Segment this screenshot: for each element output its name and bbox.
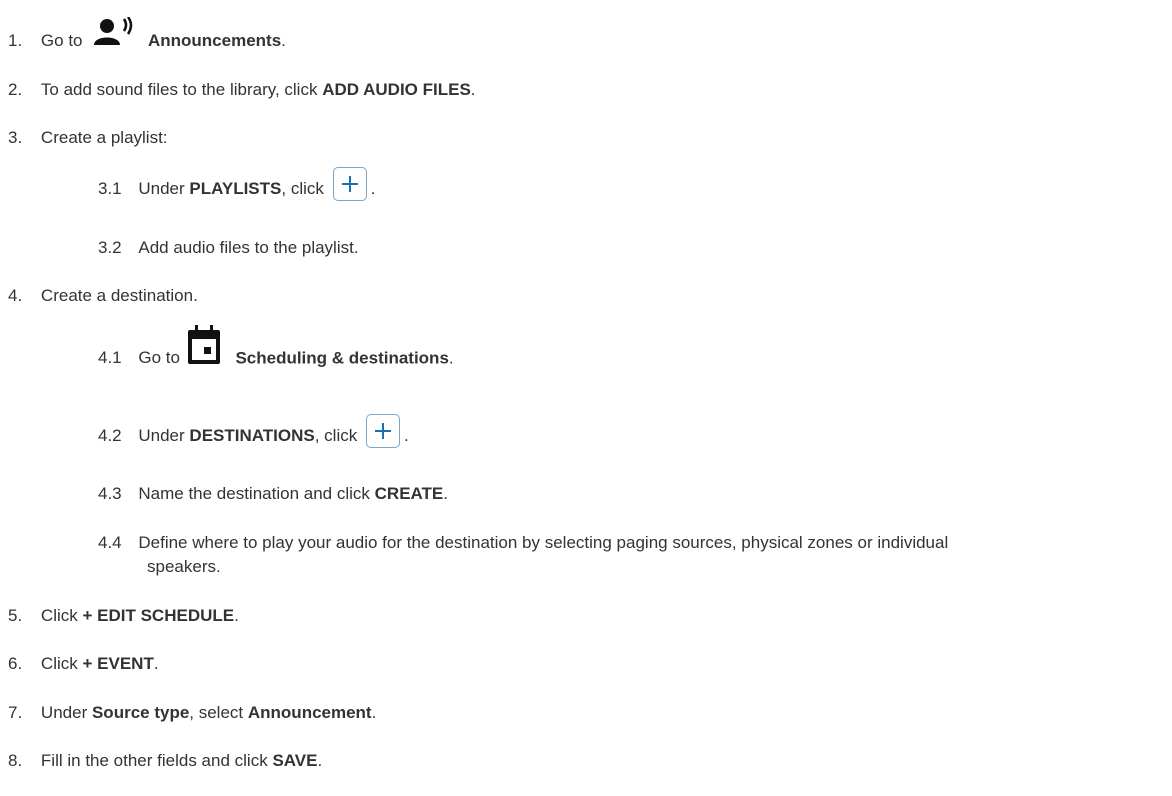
- step-bold: SAVE: [272, 751, 318, 770]
- step-4: 4. Create a destination.: [8, 285, 198, 307]
- step-bold: CREATE: [374, 484, 444, 503]
- step-bold: + EVENT: [82, 654, 154, 673]
- step-3-1: 3.1 Under PLAYLISTS, click .: [98, 166, 376, 201]
- step-text: To add sound files to the library, click: [40, 80, 318, 99]
- step-4-2: 4.2 Under DESTINATIONS, click .: [98, 413, 409, 448]
- step-bold: DESTINATIONS: [189, 426, 315, 445]
- step-suffix: .: [317, 751, 323, 770]
- step-number: 4.4: [98, 533, 122, 552]
- step-text: Under: [138, 179, 185, 198]
- step-7: 7. Under Source type, select Announcemen…: [8, 702, 376, 724]
- step-mid: , select: [189, 703, 244, 722]
- step-text: speakers.: [147, 557, 221, 576]
- step-number: 8.: [8, 751, 23, 770]
- step-text: Go to: [138, 348, 180, 368]
- step-bold: Source type: [91, 703, 190, 722]
- step-number: 1.: [8, 31, 23, 50]
- step-text: Under: [138, 426, 185, 445]
- step-suffix: .: [448, 348, 454, 368]
- step-text: Define where to play your audio for the …: [138, 533, 949, 552]
- step-text: Click: [40, 606, 78, 625]
- step-suffix: .: [153, 654, 159, 673]
- step-number: 4.: [8, 286, 23, 305]
- step-mid: , click: [314, 426, 358, 445]
- step-8: 8. Fill in the other fields and click SA…: [8, 750, 322, 772]
- step-4-1: 4.1 Go to Scheduling & destinations.: [98, 325, 454, 371]
- step-text: Add audio files to the playlist.: [138, 238, 359, 257]
- step-text: Go to: [40, 31, 83, 50]
- step-suffix: .: [370, 179, 376, 198]
- step-mid: , click: [281, 179, 324, 198]
- step-3-2: 3.2 Add audio files to the playlist.: [98, 237, 359, 259]
- step-suffix: .: [281, 31, 286, 50]
- step-number: 3.: [8, 128, 23, 147]
- step-1: 1. Go to Announcements.: [8, 15, 286, 53]
- step-suffix: .: [403, 426, 409, 445]
- step-bold: Scheduling & destinations: [235, 348, 449, 368]
- step-bold: ADD AUDIO FILES: [322, 80, 471, 99]
- step-number: 3.2: [98, 238, 122, 257]
- step-2: 2. To add sound files to the library, cl…: [8, 79, 476, 101]
- add-destination-button: [365, 413, 400, 448]
- step-6: 6. Click + EVENT.: [8, 653, 159, 675]
- step-text: Fill in the other fields and click: [40, 751, 268, 770]
- step-number: 6.: [8, 654, 23, 673]
- step-number: 7.: [8, 703, 23, 722]
- step-text: Click: [40, 654, 78, 673]
- step-text: Create a playlist:: [40, 128, 168, 147]
- step-suffix: .: [234, 606, 239, 625]
- step-text: Name the destination and click: [138, 484, 370, 503]
- step-number: 3.1: [98, 179, 122, 198]
- step-number: 4.1: [98, 348, 122, 368]
- step-number: 4.2: [98, 426, 122, 445]
- announcements-icon: [93, 15, 135, 53]
- add-playlist-button: [332, 166, 367, 201]
- step-suffix: .: [371, 703, 377, 722]
- step-suffix: .: [443, 484, 449, 503]
- step-text: Under: [40, 703, 88, 722]
- step-number: 2.: [8, 80, 23, 99]
- step-4-4: 4.4 Define where to play your audio for …: [98, 532, 948, 554]
- step-4-4-continued: speakers.: [147, 556, 221, 578]
- step-5: 5. Click + EDIT SCHEDULE.: [8, 605, 239, 627]
- step-bold: PLAYLISTS: [189, 179, 282, 198]
- step-suffix: .: [470, 80, 476, 99]
- step-bold: + EDIT SCHEDULE: [82, 606, 235, 625]
- step-number: 4.3: [98, 484, 122, 503]
- step-text: Create a destination.: [40, 286, 198, 305]
- calendar-icon: [187, 325, 221, 371]
- step-3: 3. Create a playlist:: [8, 127, 168, 149]
- step-bold-2: Announcement: [247, 703, 372, 722]
- step-number: 5.: [8, 606, 23, 625]
- step-bold: Announcements: [147, 31, 282, 50]
- step-4-3: 4.3 Name the destination and click CREAT…: [98, 483, 448, 505]
